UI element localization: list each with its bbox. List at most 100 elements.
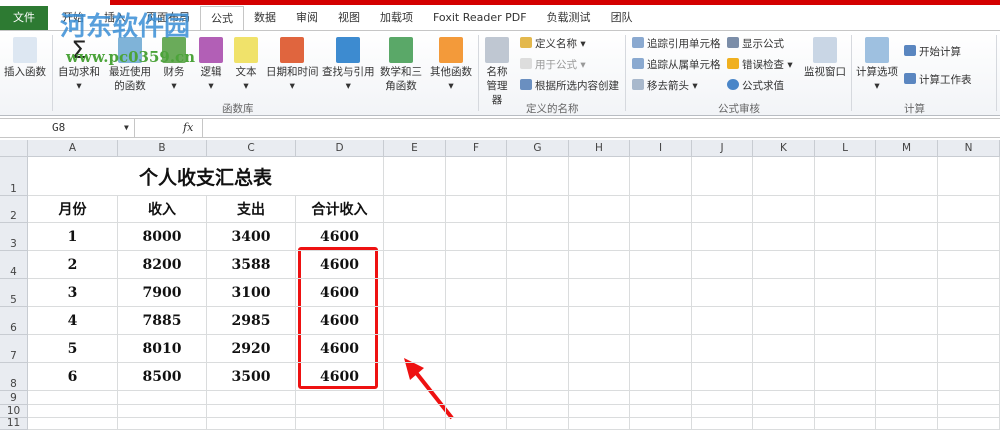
data-cell[interactable]: 6 [28, 363, 118, 391]
cell[interactable] [692, 418, 753, 430]
cell[interactable] [753, 363, 815, 391]
data-cell[interactable]: 3 [28, 279, 118, 307]
cell[interactable] [815, 251, 876, 279]
cell[interactable] [446, 405, 507, 418]
cell[interactable] [876, 363, 938, 391]
cell[interactable] [118, 418, 207, 430]
cell[interactable] [207, 418, 296, 430]
cell[interactable] [507, 418, 569, 430]
column-header[interactable]: E [384, 140, 446, 157]
cell[interactable] [384, 363, 446, 391]
cell[interactable] [28, 418, 118, 430]
cell[interactable] [692, 196, 753, 223]
cell[interactable] [753, 279, 815, 307]
cell[interactable] [692, 363, 753, 391]
cell[interactable] [384, 418, 446, 430]
data-cell[interactable]: 4 [28, 307, 118, 335]
cell[interactable] [28, 391, 118, 405]
cell[interactable] [446, 196, 507, 223]
row-header[interactable]: 6 [0, 307, 28, 335]
cell[interactable] [876, 157, 938, 196]
cell[interactable] [28, 405, 118, 418]
cell[interactable] [938, 251, 1000, 279]
data-cell[interactable]: 7885 [118, 307, 207, 335]
row-header[interactable]: 5 [0, 279, 28, 307]
cell[interactable] [876, 405, 938, 418]
cell[interactable] [384, 391, 446, 405]
cell[interactable] [630, 223, 692, 251]
data-cell[interactable]: 8200 [118, 251, 207, 279]
cell[interactable] [569, 418, 630, 430]
cell[interactable] [692, 279, 753, 307]
cell[interactable] [569, 405, 630, 418]
cell[interactable] [815, 405, 876, 418]
cell[interactable] [384, 157, 446, 196]
data-cell[interactable]: 3588 [207, 251, 296, 279]
cell[interactable] [507, 307, 569, 335]
cell[interactable] [938, 223, 1000, 251]
cell[interactable] [938, 418, 1000, 430]
cell[interactable] [207, 391, 296, 405]
column-header[interactable]: G [507, 140, 569, 157]
cell[interactable] [876, 335, 938, 363]
cell[interactable] [384, 335, 446, 363]
cell[interactable] [630, 157, 692, 196]
row-header[interactable]: 2 [0, 196, 28, 223]
cell[interactable] [507, 405, 569, 418]
cell[interactable] [507, 223, 569, 251]
column-header[interactable]: N [938, 140, 1000, 157]
column-header[interactable]: C [207, 140, 296, 157]
cell[interactable] [569, 307, 630, 335]
cell[interactable] [630, 251, 692, 279]
cell[interactable] [938, 279, 1000, 307]
cell[interactable] [876, 223, 938, 251]
cell[interactable] [207, 405, 296, 418]
cell[interactable] [296, 405, 384, 418]
cell[interactable] [815, 223, 876, 251]
cell[interactable] [569, 157, 630, 196]
cell[interactable] [753, 223, 815, 251]
cell[interactable] [446, 418, 507, 430]
cell[interactable] [692, 223, 753, 251]
cell[interactable] [384, 307, 446, 335]
cell[interactable] [630, 391, 692, 405]
column-label-cell[interactable]: 合计收入 [296, 196, 384, 223]
cell[interactable] [384, 405, 446, 418]
cell[interactable] [753, 335, 815, 363]
cell[interactable] [753, 196, 815, 223]
cell[interactable] [938, 363, 1000, 391]
data-cell[interactable]: 4600 [296, 335, 384, 363]
cell[interactable] [507, 335, 569, 363]
column-header[interactable]: L [815, 140, 876, 157]
cell[interactable] [569, 279, 630, 307]
row-header[interactable]: 8 [0, 363, 28, 391]
cell[interactable] [569, 391, 630, 405]
column-label-cell[interactable]: 支出 [207, 196, 296, 223]
cell[interactable] [876, 307, 938, 335]
cell[interactable] [507, 157, 569, 196]
row-header[interactable]: 11 [0, 417, 28, 430]
data-cell[interactable]: 1 [28, 223, 118, 251]
row-header[interactable]: 4 [0, 251, 28, 279]
row-header[interactable]: 9 [0, 391, 28, 405]
row-header[interactable]: 1 [0, 157, 28, 196]
data-cell[interactable]: 8500 [118, 363, 207, 391]
data-cell[interactable]: 3400 [207, 223, 296, 251]
cell[interactable] [815, 157, 876, 196]
cell[interactable] [446, 391, 507, 405]
cell[interactable] [630, 363, 692, 391]
column-label-cell[interactable]: 收入 [118, 196, 207, 223]
cell[interactable] [938, 307, 1000, 335]
cell[interactable] [507, 279, 569, 307]
cell[interactable] [569, 363, 630, 391]
sheet-title[interactable]: 个人收支汇总表 [28, 157, 384, 196]
cell[interactable] [876, 418, 938, 430]
column-header[interactable]: J [692, 140, 753, 157]
data-cell[interactable]: 5 [28, 335, 118, 363]
cell[interactable] [692, 251, 753, 279]
cell[interactable] [384, 196, 446, 223]
cell[interactable] [507, 363, 569, 391]
cell[interactable] [815, 363, 876, 391]
cell[interactable] [569, 196, 630, 223]
data-cell[interactable]: 8010 [118, 335, 207, 363]
